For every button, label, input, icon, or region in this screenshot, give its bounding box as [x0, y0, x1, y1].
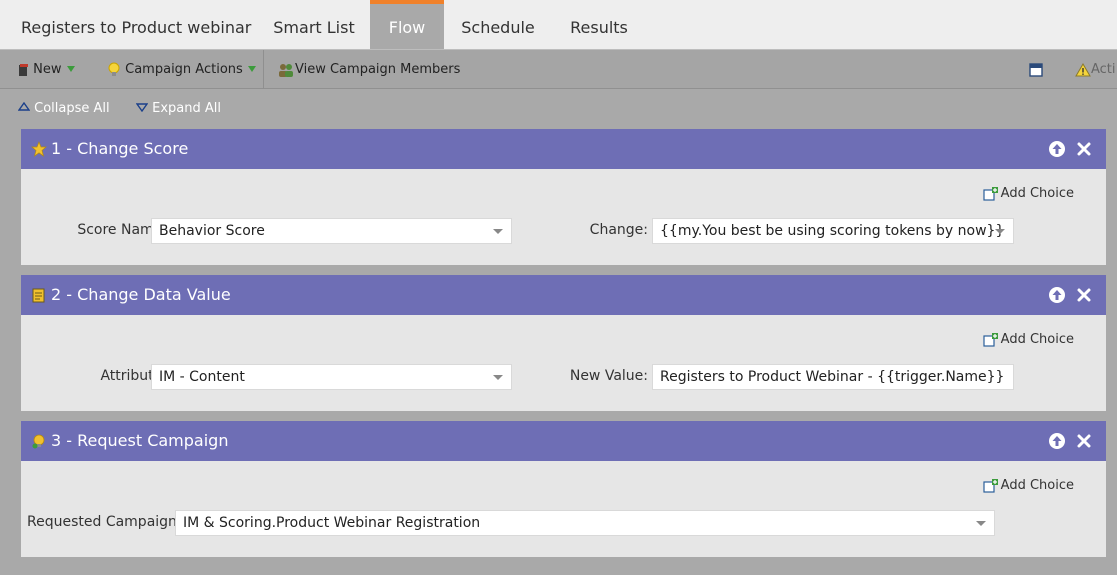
chevron-down-icon [976, 521, 986, 526]
flow-controls-row: Collapse All Expand All [0, 89, 1117, 129]
window-icon [1029, 62, 1043, 77]
delete-step-icon[interactable] [1075, 286, 1093, 304]
add-choice-label: Add Choice [1000, 186, 1074, 201]
new-value-label: New Value: [569, 368, 648, 384]
flow-step-change-score: 1 - Change Score Add Choice Score Name: … [21, 129, 1106, 265]
tab-schedule[interactable]: Schedule [444, 0, 552, 49]
activity-label: Acti [1091, 62, 1116, 77]
move-up-icon[interactable] [1048, 286, 1066, 304]
activity-button[interactable]: Acti [1075, 50, 1116, 89]
step-title: 2 - Change Data Value [51, 285, 231, 304]
step-title: 3 - Request Campaign [51, 431, 229, 450]
window-toggle-button[interactable] [1029, 50, 1043, 89]
step-header: 2 - Change Data Value [21, 275, 1106, 315]
add-choice-label: Add Choice [1000, 332, 1074, 347]
new-dropdown-icon [66, 65, 75, 72]
delete-step-icon[interactable] [1075, 140, 1093, 158]
requested-campaign-label: Requested Campaign: [27, 514, 182, 530]
add-choice-button[interactable]: Add Choice [983, 332, 1074, 347]
change-value: {{my.You best be using scoring tokens by… [660, 223, 1005, 239]
members-icon [279, 63, 293, 77]
add-choice-label: Add Choice [1000, 478, 1074, 493]
new-document-icon [19, 63, 28, 76]
delete-step-icon[interactable] [1075, 432, 1093, 450]
collapse-triangle-icon [18, 102, 30, 111]
add-choice-icon [983, 186, 998, 201]
star-icon [31, 141, 47, 157]
attribute-value: IM - Content [159, 369, 245, 385]
new-button[interactable]: New [17, 50, 75, 89]
step-title: 1 - Change Score [51, 139, 189, 158]
tab-campaign-name[interactable]: Registers to Product webinar [0, 0, 258, 49]
chevron-down-icon [493, 229, 503, 234]
tab-bar: Registers to Product webinar Smart List … [0, 0, 1117, 49]
collapse-all-button[interactable]: Collapse All [18, 101, 110, 116]
campaign-actions-button[interactable]: Campaign Actions [107, 50, 256, 89]
add-choice-button[interactable]: Add Choice [983, 478, 1074, 493]
move-up-icon[interactable] [1048, 140, 1066, 158]
toolbar-divider [263, 50, 264, 89]
view-campaign-members-button[interactable]: View Campaign Members [277, 50, 460, 89]
collapse-all-label: Collapse All [34, 101, 110, 116]
add-choice-icon [983, 332, 998, 347]
toolbar: New Campaign Actions View Campaign Membe… [0, 49, 1117, 89]
new-value-input[interactable]: Registers to Product Webinar - {{trigger… [652, 364, 1014, 390]
chevron-down-icon [995, 229, 1005, 234]
change-label: Change: [589, 222, 648, 238]
tab-results[interactable]: Results [552, 0, 646, 49]
add-choice-icon [983, 478, 998, 493]
warning-icon [1075, 62, 1091, 76]
score-name-select[interactable]: Behavior Score [151, 218, 512, 244]
step-header: 1 - Change Score [21, 129, 1106, 169]
flow-step-change-data-value: 2 - Change Data Value Add Choice Attribu… [21, 275, 1106, 411]
expand-triangle-icon [136, 103, 148, 112]
expand-all-button[interactable]: Expand All [136, 101, 221, 116]
move-up-icon[interactable] [1048, 432, 1066, 450]
campaign-actions-dropdown-icon [247, 65, 256, 72]
flow-step-request-campaign: 3 - Request Campaign Add Choice Requeste… [21, 421, 1106, 557]
score-name-value: Behavior Score [159, 223, 265, 239]
campaign-icon [32, 434, 45, 449]
tab-smart-list[interactable]: Smart List [258, 0, 370, 49]
data-value-icon [32, 288, 45, 303]
lightbulb-icon [108, 62, 120, 76]
new-label: New [33, 62, 62, 77]
requested-campaign-value: IM & Scoring.Product Webinar Registratio… [183, 515, 481, 531]
chevron-down-icon [493, 375, 503, 380]
new-value-text: Registers to Product Webinar - {{trigger… [660, 369, 1005, 385]
tab-flow[interactable]: Flow [370, 0, 444, 49]
requested-campaign-select[interactable]: IM & Scoring.Product Webinar Registratio… [175, 510, 995, 536]
campaign-actions-label: Campaign Actions [125, 62, 243, 77]
change-select[interactable]: {{my.You best be using scoring tokens by… [652, 218, 1014, 244]
attribute-select[interactable]: IM - Content [151, 364, 512, 390]
expand-all-label: Expand All [152, 101, 222, 116]
step-header: 3 - Request Campaign [21, 421, 1106, 461]
view-campaign-members-label: View Campaign Members [295, 62, 461, 77]
add-choice-button[interactable]: Add Choice [983, 186, 1074, 201]
